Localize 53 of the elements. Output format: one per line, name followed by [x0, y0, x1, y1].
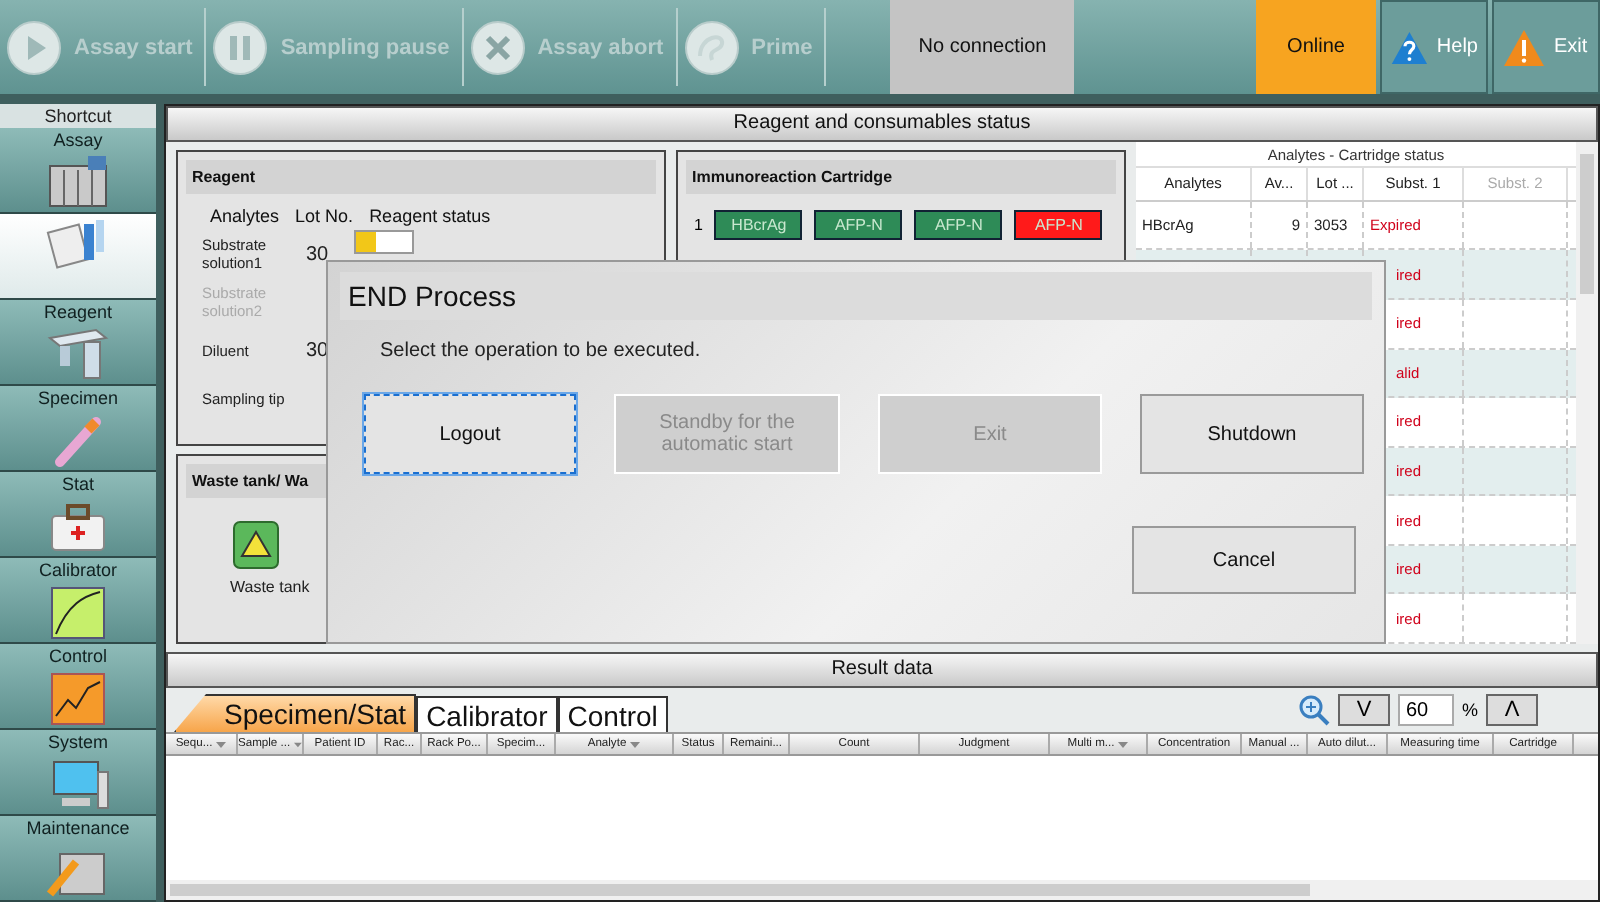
row-number: 1: [694, 216, 703, 234]
cartridge-slot: AFP-N: [914, 210, 1003, 240]
panel-title: Reagent: [186, 160, 656, 194]
scrollbar[interactable]: [166, 880, 1598, 900]
sidebar-item[interactable]: System: [0, 730, 156, 816]
caret-icon: [216, 741, 227, 747]
lot-number: 30: [306, 243, 331, 265]
dialog-button[interactable]: Shutdown: [1140, 394, 1364, 474]
tank-label: Waste tank: [230, 578, 310, 596]
sidebar-item[interactable]: Specimen: [0, 386, 156, 472]
zoom-in-button[interactable]: Λ: [1486, 694, 1538, 726]
connection-status: No connection: [890, 0, 1075, 94]
reagent-rack-icon: [44, 326, 112, 382]
sidebar-item[interactable]: Control: [0, 644, 156, 730]
tab[interactable]: Calibrator: [416, 696, 558, 732]
zoom-out-button[interactable]: V: [1337, 694, 1390, 726]
column-header: Lot No.: [295, 206, 354, 226]
cartridge-slot: HBcrAg: [714, 210, 803, 240]
column-header: Reagent status: [369, 206, 491, 226]
sidebar-item[interactable]: Reagent: [0, 300, 156, 386]
sidebar-item[interactable]: Calibrator: [0, 558, 156, 644]
dialog-message: Select the operation to be executed.: [378, 338, 703, 362]
analyzer-icon: [44, 154, 112, 210]
caret-icon: [1118, 741, 1129, 747]
percent-label: %: [1461, 700, 1478, 720]
sidebar-item[interactable]: [0, 214, 156, 300]
warning-icon: [1502, 27, 1546, 67]
zoom-in-icon[interactable]: [1297, 694, 1330, 726]
scrollbar[interactable]: [1576, 142, 1598, 644]
cartridge-slot: AFP-N: [814, 210, 903, 240]
pause-icon: [212, 19, 269, 75]
cartridge-slot: AFP-N: [1014, 210, 1103, 240]
cancel-button[interactable]: Cancel: [1132, 526, 1356, 594]
panel-title: Immunoreaction Cartridge: [686, 160, 1116, 194]
online-button[interactable]: Online: [1256, 0, 1376, 94]
sidebar-item[interactable]: Stat: [0, 472, 156, 558]
tab[interactable]: Specimen/Stat: [174, 694, 417, 732]
dialog-title: END Process: [340, 272, 1372, 320]
cross-icon: [469, 19, 526, 75]
tube-icon: [683, 19, 740, 75]
zoom-field[interactable]: 60: [1397, 694, 1454, 726]
help-icon: [1390, 27, 1429, 67]
panel-header: Result data: [166, 652, 1598, 688]
play-icon: [6, 19, 62, 75]
caret-icon: [630, 741, 641, 747]
caret-icon: [294, 741, 302, 747]
column-header: Analytes: [210, 206, 280, 226]
sidebar-title: Shortcut: [0, 104, 156, 128]
dialog-button[interactable]: Logout: [364, 394, 576, 474]
panel-header: Reagent and consumables status: [166, 106, 1598, 142]
tab[interactable]: Control: [557, 696, 668, 732]
sidebar-item[interactable]: Maintenance: [0, 816, 156, 902]
sidebar-item[interactable]: Assay: [0, 128, 156, 214]
